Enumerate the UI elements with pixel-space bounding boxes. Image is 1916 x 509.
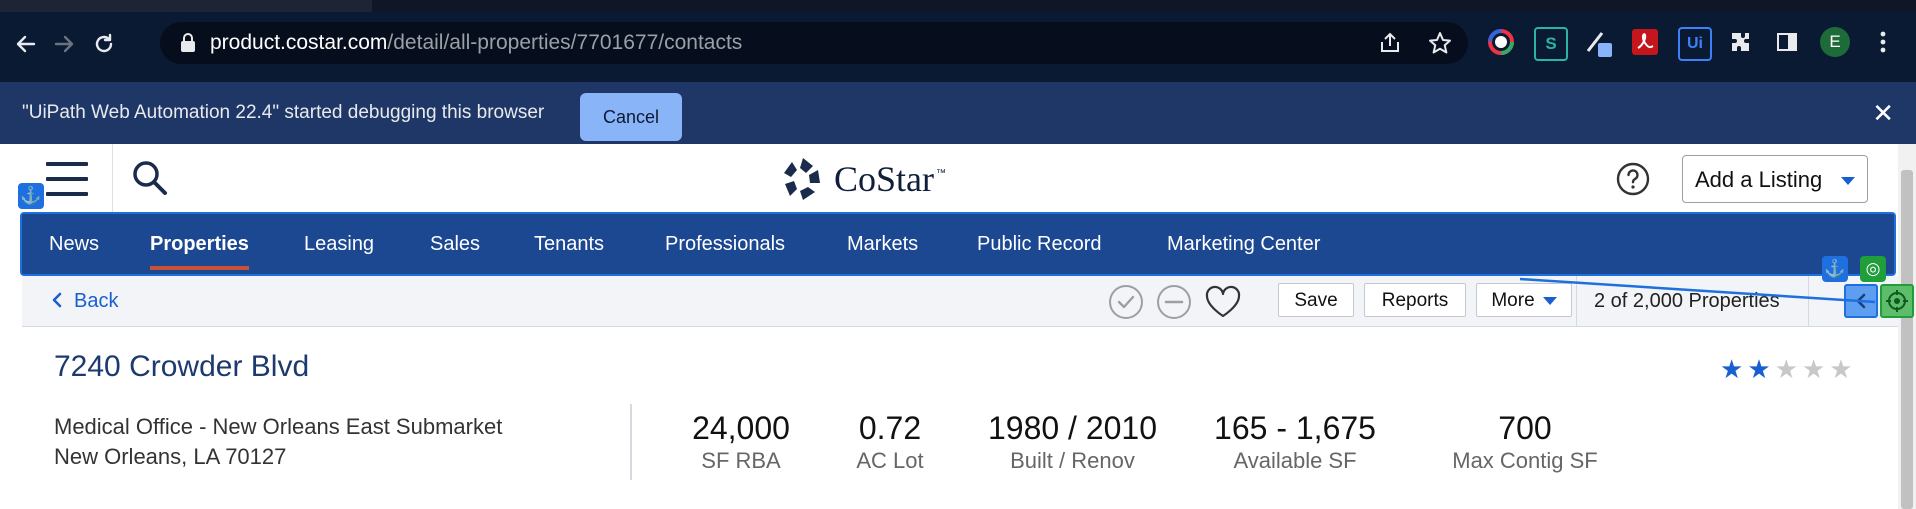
url-path: /detail/all-properties/7701677/contacts [387, 31, 743, 54]
header-divider [112, 144, 113, 214]
close-icon[interactable]: ✕ [1872, 100, 1894, 126]
pdf-extension-icon[interactable] [1630, 27, 1660, 57]
browser-toolbar: product.costar.com/detail/all-properties… [0, 12, 1916, 82]
stat-value: 1980 / 2010 [987, 410, 1158, 446]
search-icon[interactable] [130, 158, 170, 203]
back-link[interactable]: Back [50, 276, 118, 326]
pen-extension-icon[interactable] [1584, 27, 1614, 57]
scrollbar-thumb[interactable] [1901, 170, 1913, 509]
stat-built-renov: 1980 / 2010 Built / Renov [970, 408, 1175, 474]
url-text[interactable]: product.costar.com/detail/all-properties… [210, 22, 742, 64]
nav-item-tenants[interactable]: Tenants [534, 214, 604, 274]
add-a-listing-label: Add a Listing [1695, 167, 1823, 192]
share-icon[interactable] [1378, 31, 1402, 60]
puzzle-icon[interactable] [1726, 27, 1756, 57]
add-a-listing-dropdown[interactable]: Add a Listing [1682, 155, 1868, 203]
stat-value: 0.72 [858, 410, 922, 446]
star-rating[interactable]: ★ ★ ★ ★ ★ [1720, 356, 1853, 382]
nav-item-professionals[interactable]: Professionals [665, 214, 785, 274]
scrollbar[interactable] [1898, 144, 1916, 509]
nav-item-sales[interactable]: Sales [430, 214, 480, 274]
costar-logo-mark-icon [784, 158, 820, 200]
chevron-left-icon [52, 292, 62, 308]
active-tab[interactable] [372, 0, 1916, 12]
stat-ac-lot: 0.72 AC Lot [830, 408, 950, 474]
brand-name: CoStar [834, 159, 935, 199]
property-city-state-zip: New Orleans, LA 70127 [54, 444, 287, 469]
lock-icon[interactable] [180, 33, 196, 58]
back-label: Back [74, 290, 119, 312]
stat-label: Max Contig SF [1452, 448, 1598, 473]
site-header: CoStar ™ Add a Listing [22, 144, 1898, 214]
stat-value: 24,000 [692, 410, 790, 446]
forward-arrow-icon[interactable] [46, 26, 82, 62]
save-button[interactable]: Save [1278, 283, 1354, 317]
stat-sf-rba: 24,000 SF RBA [676, 408, 806, 474]
uipath-extension-icon[interactable]: Ui [1678, 27, 1712, 61]
nav-item-news[interactable]: News [49, 214, 99, 274]
heart-icon[interactable] [1204, 284, 1242, 325]
kebab-menu-icon[interactable] [1868, 27, 1898, 57]
stat-available-sf: 165 - 1,675 Available SF [1200, 408, 1390, 474]
s-extension-icon[interactable]: S [1534, 27, 1568, 61]
nav-item-properties[interactable]: Properties [150, 214, 249, 274]
star-filled-icon[interactable]: ★ [1747, 356, 1770, 382]
nav-item-public-record[interactable]: Public Record [977, 214, 1102, 274]
star-empty-icon[interactable]: ★ [1829, 356, 1852, 382]
nav-item-marketing-center[interactable]: Marketing Center [1167, 214, 1320, 274]
costar-logo[interactable]: CoStar ™ [780, 154, 946, 204]
stat-label: Built / Renov [1010, 448, 1135, 473]
check-circle-icon[interactable] [1108, 284, 1144, 325]
profile-initial: E [1829, 32, 1841, 51]
stat-value: 165 - 1,675 [1214, 410, 1376, 446]
tab-strip [0, 0, 1916, 12]
stat-value: 700 [1498, 410, 1552, 446]
main-nav: News Properties Leasing Sales Tenants Pr… [20, 212, 1896, 276]
url-domain: product.costar.com [210, 31, 388, 54]
stat-max-contig-sf: 700 Max Contig SF [1430, 408, 1620, 474]
stat-label: Available SF [1233, 448, 1357, 473]
trademark-mark: ™ [936, 167, 947, 179]
profile-avatar[interactable]: E [1820, 27, 1850, 57]
hamburger-menu-icon[interactable] [46, 162, 88, 196]
nav-item-leasing[interactable]: Leasing [304, 214, 374, 274]
reload-icon[interactable] [86, 26, 122, 62]
uipath-anchor-icon[interactable]: ⚓ [18, 183, 44, 209]
debugging-message: "UiPath Web Automation 22.4" started deb… [22, 102, 545, 123]
star-filled-icon[interactable]: ★ [1720, 356, 1743, 382]
summary-divider [630, 404, 632, 480]
help-icon[interactable] [1616, 162, 1650, 201]
bookmark-star-icon[interactable] [1428, 31, 1452, 59]
back-arrow-icon[interactable] [8, 26, 44, 62]
nav-item-markets[interactable]: Markets [847, 214, 918, 274]
stat-label: AC Lot [856, 448, 924, 473]
chevron-down-icon [1841, 177, 1855, 185]
property-title: 7240 Crowder Blvd [54, 350, 310, 383]
stat-label: SF RBA [701, 448, 781, 473]
uipath-target-icon[interactable]: ◎ [1860, 256, 1886, 282]
star-empty-icon[interactable]: ★ [1775, 356, 1798, 382]
uipath-anchor-icon[interactable]: ⚓ [1822, 256, 1848, 282]
sidepanel-icon[interactable] [1772, 27, 1802, 57]
minus-circle-icon[interactable] [1156, 284, 1192, 325]
cancel-button[interactable]: Cancel [580, 93, 682, 141]
address-bar[interactable]: product.costar.com/detail/all-properties… [160, 22, 1468, 64]
reports-button[interactable]: Reports [1364, 283, 1466, 317]
color-picker-icon[interactable] [1486, 27, 1516, 57]
debugging-infobar: "UiPath Web Automation 22.4" started deb… [0, 82, 1916, 144]
property-type-submarket: Medical Office - New Orleans East Submar… [54, 414, 503, 439]
star-empty-icon[interactable]: ★ [1802, 356, 1825, 382]
